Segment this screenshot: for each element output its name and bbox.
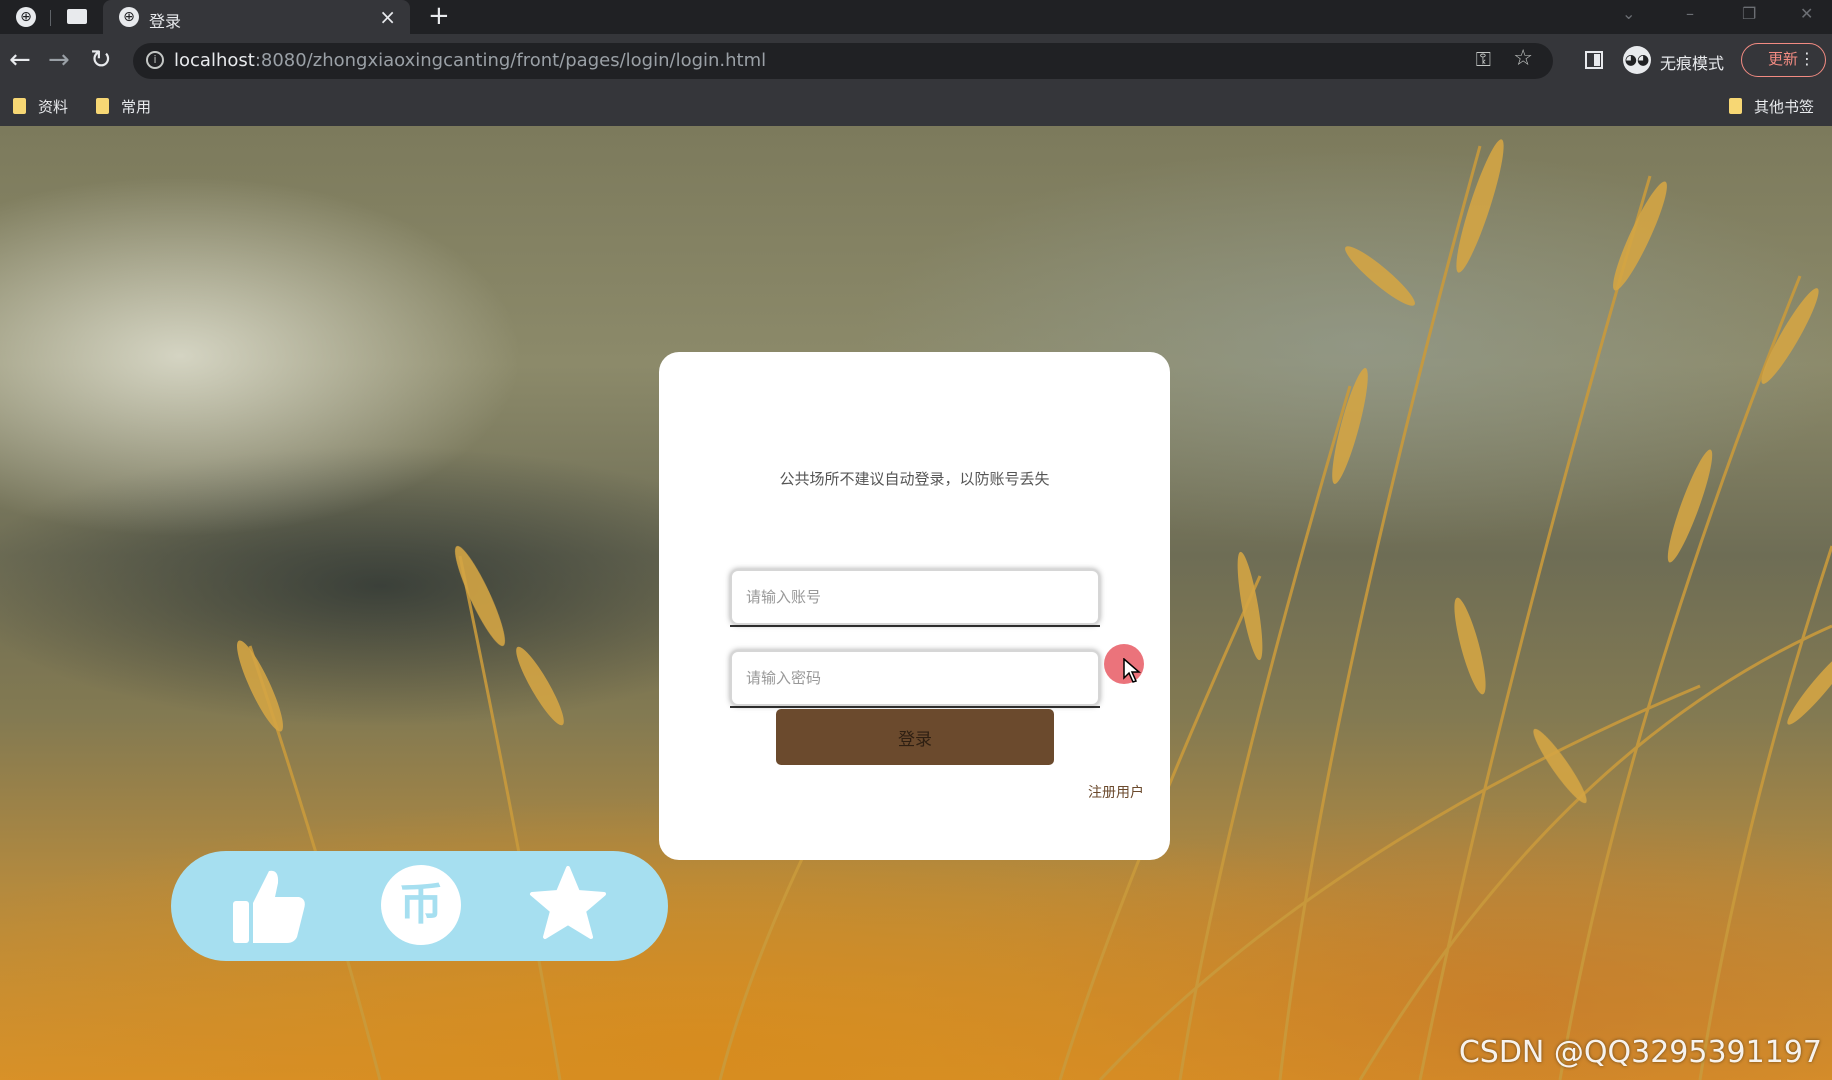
folder-icon	[96, 98, 109, 114]
browser-tab-bar: ⊕ ⊕ 登录 × + ⌄ – ❐ ✕	[0, 0, 1832, 34]
incognito-label: 无痕模式	[1660, 54, 1725, 73]
address-bar[interactable]: i localhost:8080/zhongxiaoxingcanting/fr…	[133, 43, 1553, 79]
browser-toolbar: ← → ↻ i localhost:8080/zhongxiaoxingcant…	[0, 34, 1832, 88]
tab-login[interactable]: ⊕ 登录 ×	[103, 0, 410, 34]
action-bar: 币	[171, 851, 668, 961]
side-panel-icon[interactable]	[1585, 51, 1603, 69]
login-card: 公共场所不建议自动登录，以防账号丢失 登录 注册用户	[659, 352, 1170, 860]
back-arrow-icon[interactable]: ←	[9, 45, 31, 75]
key-icon[interactable]: ⚿	[1476, 47, 1491, 71]
chevron-down-icon[interactable]: ⌄	[1622, 4, 1635, 23]
bookmarks-bar: 资料 常用 其他书签	[0, 88, 1832, 126]
window-close-icon[interactable]: ✕	[1800, 4, 1813, 23]
update-button[interactable]: 更新 ⋮	[1741, 43, 1826, 77]
account-input[interactable]	[730, 569, 1100, 625]
bookmark-folder-other[interactable]: 其他书签	[1729, 96, 1814, 117]
forward-arrow-icon[interactable]: →	[48, 45, 70, 75]
bookmark-folder-changyong[interactable]: 常用	[96, 96, 151, 117]
tab-title: 登录	[149, 12, 182, 31]
incognito-icon[interactable]: ◕◕	[1623, 46, 1651, 74]
tab-divider	[50, 10, 51, 26]
restore-icon[interactable]: ❐	[1742, 4, 1756, 23]
bookmark-folder-ziliao[interactable]: 资料	[13, 96, 68, 117]
mouse-cursor-icon	[1123, 658, 1141, 683]
login-button[interactable]: 登录	[776, 709, 1054, 765]
auto-login-notice: 公共场所不建议自动登录，以防账号丢失	[779, 470, 1050, 488]
password-input[interactable]	[730, 650, 1100, 706]
csdn-watermark: CSDN @QQ3295391197	[1458, 1035, 1822, 1070]
star-icon[interactable]: ☆	[1513, 46, 1533, 71]
star-icon[interactable]	[529, 865, 607, 943]
url-text: localhost:8080/zhongxiaoxingcanting/fron…	[174, 50, 767, 71]
coin-icon[interactable]: 币	[381, 865, 461, 945]
account-field	[730, 569, 1100, 627]
globe-icon[interactable]: ⊕	[16, 7, 36, 27]
login-page-background: 公共场所不建议自动登录，以防账号丢失 登录 注册用户 币 CSDN @QQ329…	[0, 126, 1832, 1080]
folder-icon	[1729, 98, 1742, 114]
kebab-menu-icon[interactable]: ⋮	[1799, 44, 1815, 74]
globe-icon: ⊕	[119, 7, 139, 27]
tab-search-icon[interactable]	[67, 9, 87, 24]
thumbs-up-icon[interactable]	[231, 867, 307, 945]
update-label: 更新	[1768, 50, 1799, 68]
reload-icon[interactable]: ↻	[90, 45, 112, 75]
register-link[interactable]: 注册用户	[1088, 782, 1144, 802]
new-tab-button[interactable]: +	[428, 1, 450, 31]
info-icon[interactable]: i	[146, 51, 164, 69]
minimize-icon[interactable]: –	[1686, 4, 1694, 23]
folder-icon	[13, 98, 26, 114]
password-field	[730, 650, 1100, 708]
tab-close-icon[interactable]: ×	[379, 5, 396, 29]
